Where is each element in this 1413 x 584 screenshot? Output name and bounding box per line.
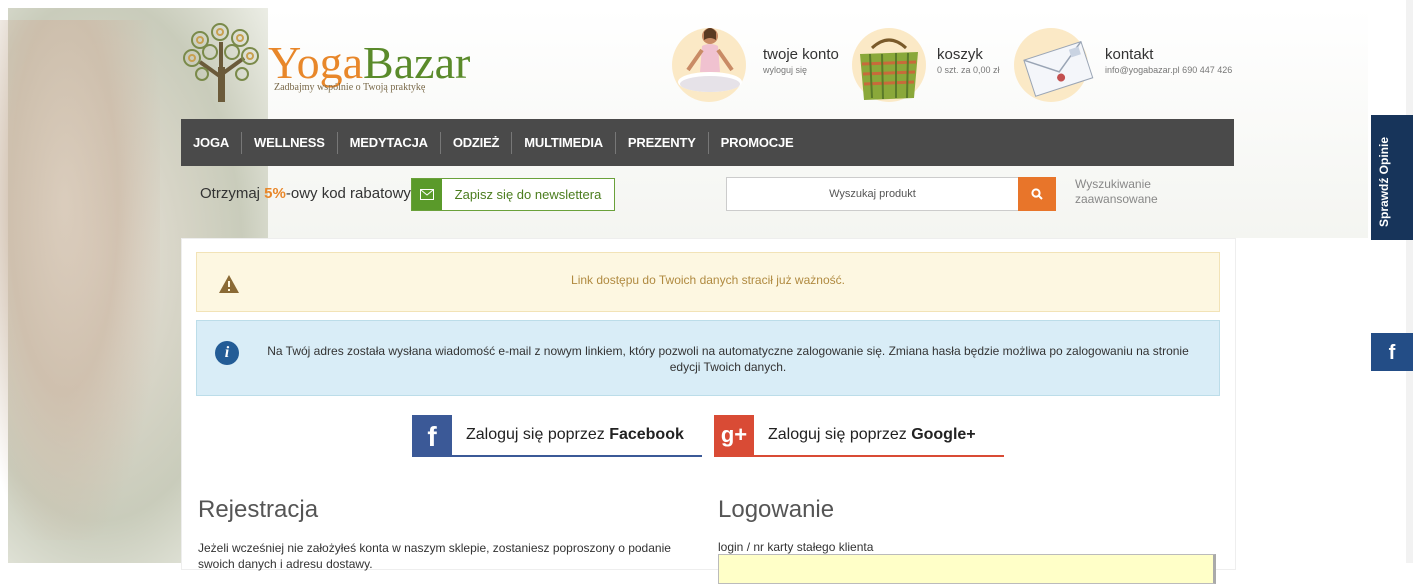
cart-title[interactable]: koszyk [937,46,983,63]
contact-details[interactable]: info@yogabazar.pl 690 447 426 [1105,65,1232,75]
logo-tagline: Zadbajmy wspólnie o Twoją praktykę [274,82,426,93]
login-heading: Logowanie [718,496,835,523]
reviews-tab-label: Sprawdź Opinie [1377,136,1391,227]
info-text: Na Twój adres została wysłana wiadomość … [267,344,1189,374]
tree-logo-icon [183,23,259,102]
envelope-icon [1023,40,1094,97]
nav-item-promocje[interactable]: PROMOCJE [709,132,806,154]
google-plus-icon: g+ [714,415,754,455]
promo-prefix: Otrzymaj [200,185,265,202]
promo-suffix: -owy kod rabatowy [285,185,411,202]
nav-item-odziez[interactable]: ODZIEŻ [441,131,513,154]
facebook-login-label: Zaloguj się poprzez Facebook [452,426,684,444]
cart-summary: 0 szt. za 0,00 zł [937,65,1000,75]
header-account[interactable]: twoje konto wyloguj się [672,28,852,104]
contact-title[interactable]: kontakt [1105,46,1153,63]
nav-item-wellness[interactable]: WELLNESS [242,131,338,154]
nav-item-prezenty[interactable]: PREZENTY [616,131,709,154]
header-cart[interactable]: koszyk 0 szt. za 0,00 zł [852,28,1012,104]
google-login-button[interactable]: g+ Zaloguj się poprzez Google+ [714,415,976,455]
advanced-search-link[interactable]: Wyszukiwanie zaawansowane [1075,177,1195,207]
search-icon [1031,188,1043,200]
info-alert: i Na Twój adres została wysłana wiadomoś… [196,320,1220,396]
google-login-label: Zaloguj się poprzez Google+ [754,426,976,444]
discount-promo: Otrzymaj 5%-owy kod rabatowy [200,185,411,202]
search-input[interactable]: Wyszukaj produkt [726,177,1019,211]
header-contact[interactable]: kontakt info@yogabazar.pl 690 447 426 [1014,28,1244,104]
envelope-small-icon [412,179,442,210]
login-field-label: login / nr karty stałego klienta [718,540,874,554]
search-button[interactable] [1018,177,1056,211]
warning-alert: Link dostępu do Twoich danych stracił ju… [196,252,1220,312]
register-text: Jeżeli wcześniej nie założyłeś konta w n… [198,541,671,571]
newsletter-button[interactable]: Zapisz się do newslettera [411,178,615,211]
nav-item-joga[interactable]: JOGA [181,131,243,154]
nav-item-multimedia[interactable]: MULTIMEDIA [512,131,616,154]
facebook-login-button[interactable]: f Zaloguj się poprzez Facebook [412,415,684,455]
register-heading: Rejestracja [198,496,319,523]
bag-icon [860,38,918,100]
google-login-brand: Google+ [911,426,976,443]
facebook-side-icon[interactable]: f [1371,333,1413,371]
facebook-icon: f [412,415,452,455]
account-title[interactable]: twoje konto [763,46,839,63]
logo-yoga-text: Yoga [268,37,364,88]
promo-percent: 5% [264,185,286,202]
warning-text: Link dostępu do Twoich danych stracił ju… [571,273,845,287]
site-logo[interactable]: YogaBazar Zadbajmy wspólnie o Twoją prak… [180,22,480,106]
main-nav: JOGA WELLNESS MEDYTACJA ODZIEŻ MULTIMEDI… [181,119,1234,166]
logout-link[interactable]: wyloguj się [763,65,807,75]
logo-wordmark: YogaBazar [268,40,470,86]
login-input[interactable] [718,554,1216,584]
facebook-login-prefix: Zaloguj się poprzez [466,426,610,443]
yoga-woman-icon [678,28,742,92]
background-face-shading [0,20,160,540]
logo-bazar-text: Bazar [363,37,471,88]
facebook-login-brand: Facebook [609,426,684,443]
reviews-tab[interactable]: Sprawdź Opinie [1371,115,1413,240]
newsletter-label: Zapisz się do newslettera [454,187,602,202]
google-underline [714,455,1004,457]
nav-item-medytacja[interactable]: MEDYTACJA [338,131,441,154]
google-login-prefix: Zaloguj się poprzez [768,426,912,443]
facebook-underline [412,455,702,457]
info-icon: i [215,341,239,365]
scrollbar[interactable] [1406,0,1413,563]
